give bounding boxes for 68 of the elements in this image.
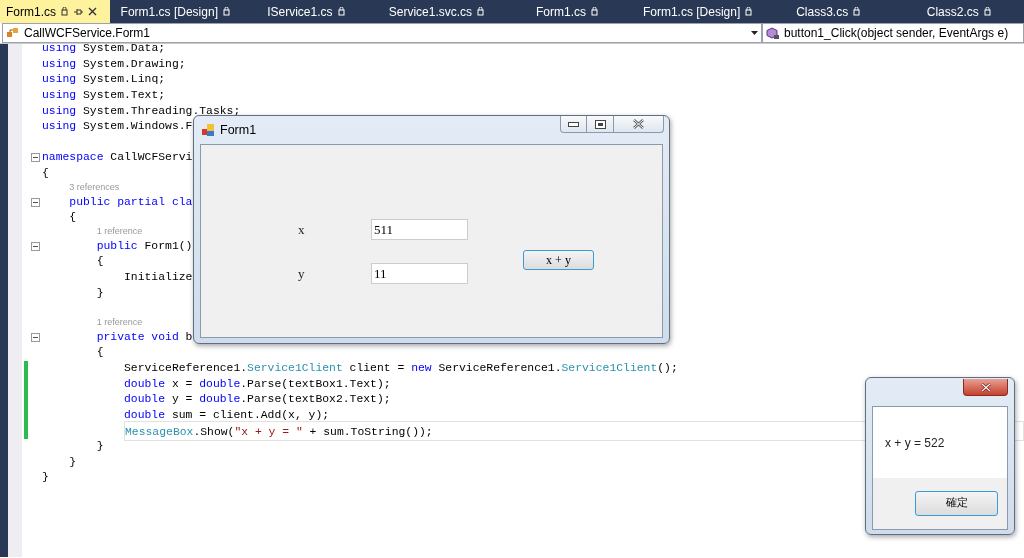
code-line: using System.Data; [42, 44, 166, 57]
code-line: namespace CallWCFServi [42, 150, 193, 166]
code-line: using System.Windows.F [42, 119, 193, 135]
document-tab[interactable]: Form1.cs [Design] [110, 0, 241, 23]
code-line: MessageBox.Show("x + y = " + sum.ToString()); [125, 425, 433, 438]
input-field[interactable]: 11 [371, 263, 468, 284]
close-button[interactable] [963, 379, 1008, 396]
lock-icon [477, 7, 485, 16]
code-line: { [42, 166, 49, 182]
code-line: using System.Drawing; [42, 56, 186, 72]
code-line: using System.Threading.Tasks; [42, 103, 241, 119]
code-line: } [69, 454, 77, 470]
lock-icon [337, 7, 345, 16]
code-line: double y = double.Parse(textBox2.Text); [124, 392, 391, 408]
ok-button[interactable]: 確定 [915, 491, 998, 516]
message-text: x + y = 522 [884, 434, 946, 452]
code-line: public Form1() [96, 238, 193, 254]
close-button[interactable] [614, 116, 664, 133]
method-icon [766, 26, 780, 40]
code-line: { [96, 345, 104, 361]
document-tab[interactable]: Class2.cs [893, 0, 1024, 23]
code-line: Initialize [124, 270, 193, 285]
collapse-icon[interactable] [30, 332, 40, 342]
add-button[interactable]: x + y [523, 250, 594, 270]
document-tab[interactable]: Form1.cs [501, 0, 633, 23]
lock-icon [222, 7, 230, 16]
window-title: Form1 [220, 121, 257, 139]
field-label: x [298, 221, 306, 239]
code-line: using System.Linq; [42, 72, 166, 88]
lock-icon [853, 7, 861, 16]
collapse-icon[interactable] [30, 197, 40, 207]
document-tab[interactable]: Service1.svc.cs [371, 0, 502, 23]
member-dropdown[interactable]: button1_Click(object sender, EventArgs e) [762, 23, 1024, 43]
code-line: { [96, 254, 104, 270]
close-icon[interactable] [88, 7, 97, 16]
lock-icon [983, 7, 991, 16]
code-line: using System.Text; [42, 88, 166, 104]
code-line: } [96, 285, 104, 301]
code-line: } [42, 470, 49, 486]
document-tab[interactable]: Form1.cs [0, 0, 110, 23]
collapse-icon[interactable] [30, 241, 40, 251]
code-line: } [96, 438, 104, 454]
app-icon [201, 123, 215, 137]
code-line: ServiceReference1.Service1Client client = new ServiceReference1.Service1Client(); [124, 361, 678, 376]
document-tab[interactable]: IService1.cs [240, 0, 372, 23]
lock-icon [745, 7, 753, 16]
code-line: private void b [96, 329, 193, 345]
code-line: double sum = client.Add(x, y); [124, 407, 330, 423]
minimize-icon [568, 121, 579, 127]
close-icon [979, 382, 992, 392]
minimize-button[interactable] [560, 116, 587, 133]
maximize-button[interactable] [587, 116, 614, 133]
lock-icon [61, 7, 68, 16]
code-line: public partial cla [69, 194, 193, 210]
code-line: { [69, 210, 77, 226]
maximize-icon [594, 119, 606, 129]
caret-icon [751, 31, 758, 35]
pin-icon[interactable] [73, 6, 83, 17]
type-dropdown[interactable]: CallWCFService.Form1 [2, 23, 762, 43]
lock-icon [591, 7, 599, 16]
class-icon [6, 27, 20, 39]
field-label: y [298, 265, 306, 283]
code-line: double x = double.Parse(textBox1.Text); [124, 376, 391, 392]
document-tab[interactable]: Class3.cs [762, 0, 894, 23]
collapse-icon[interactable] [30, 153, 40, 163]
close-icon [632, 119, 645, 129]
document-tab[interactable]: Form1.cs [Design] [632, 0, 763, 23]
input-field[interactable]: 511 [371, 219, 468, 240]
